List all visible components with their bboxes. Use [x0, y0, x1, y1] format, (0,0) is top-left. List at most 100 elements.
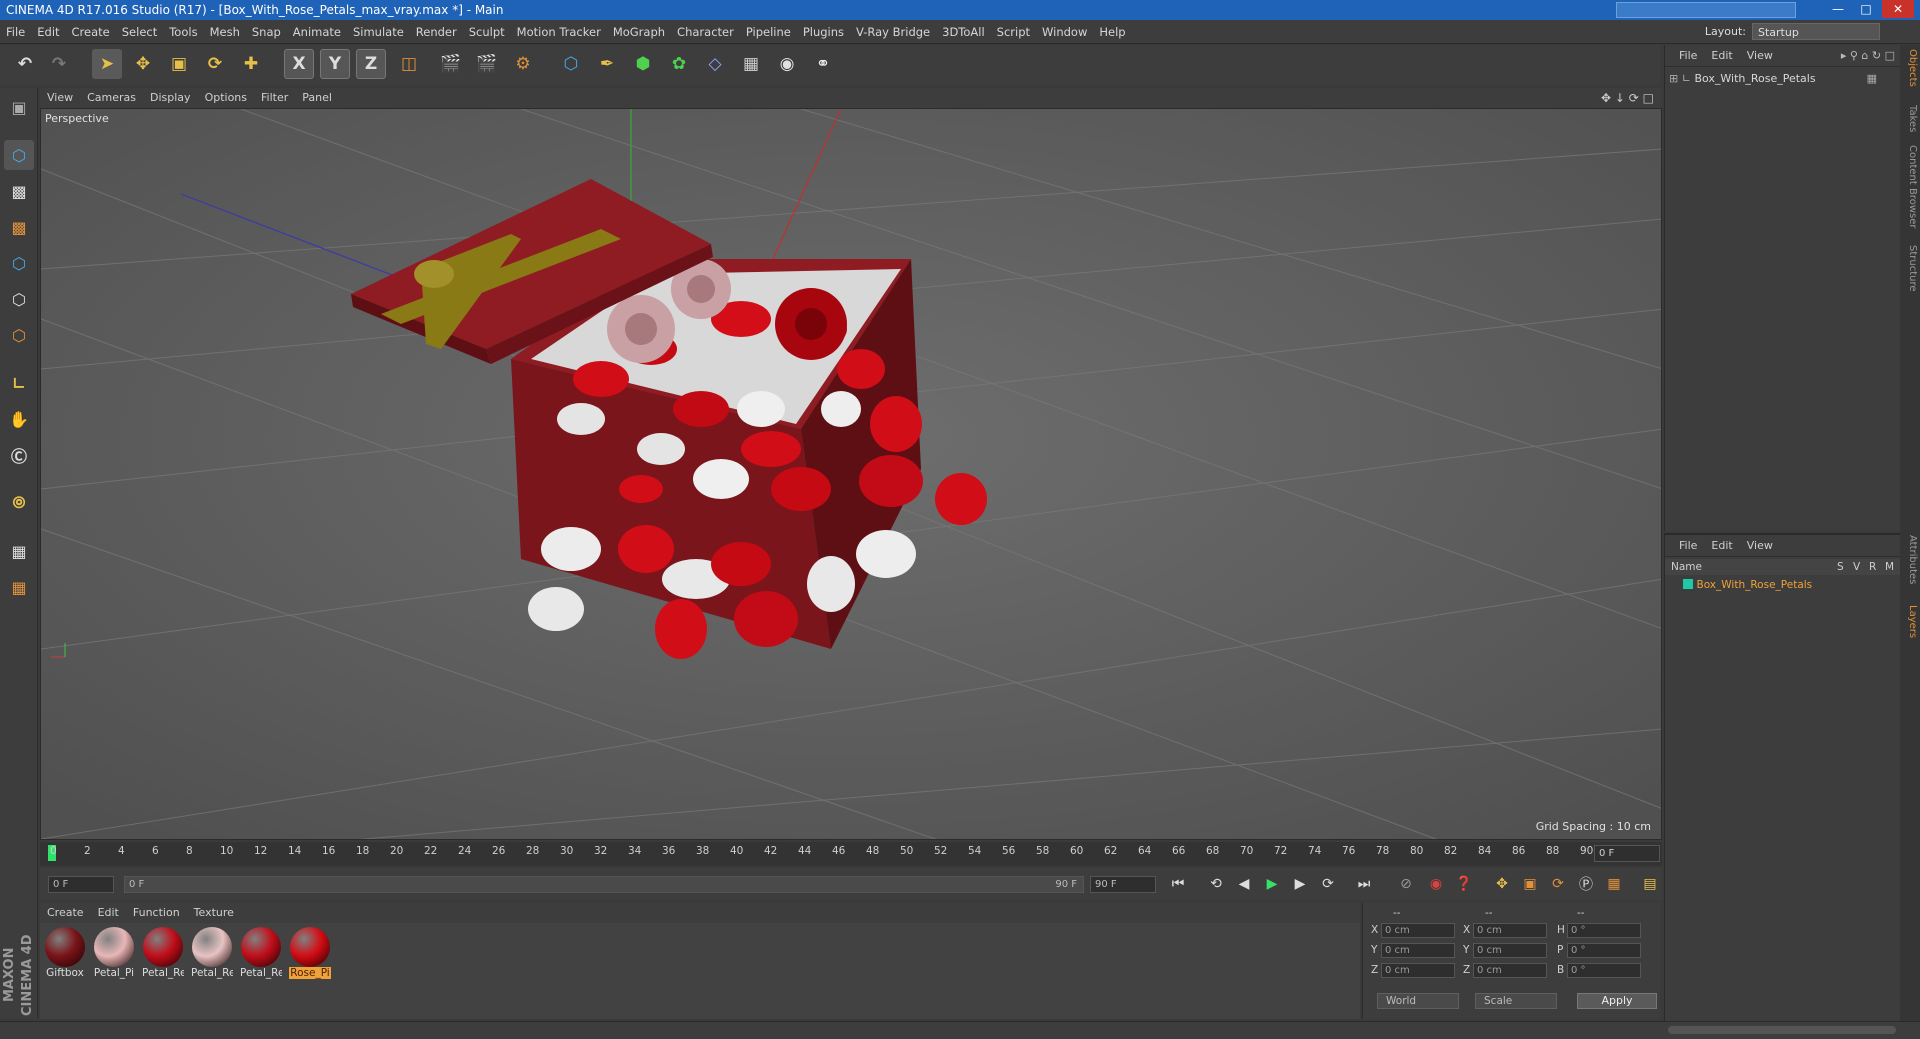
tab-structure[interactable]: Structure: [1902, 245, 1918, 292]
next-frame-icon[interactable]: ▶: [1288, 872, 1312, 896]
menu-motion-tracker[interactable]: Motion Tracker: [511, 20, 607, 44]
edges-mode-icon[interactable]: ⬡: [4, 284, 34, 314]
scale-tool-icon[interactable]: ▣: [164, 49, 194, 79]
menu-character[interactable]: Character: [671, 20, 740, 44]
current-frame-field[interactable]: 0 F: [1594, 845, 1660, 862]
deformer-icon[interactable]: ◇: [700, 49, 730, 79]
menu-create[interactable]: Create: [66, 20, 116, 44]
layer-menu-view[interactable]: View: [1740, 535, 1780, 557]
previous-frame-icon[interactable]: ◀: [1232, 872, 1256, 896]
title-search-box[interactable]: [1616, 2, 1796, 18]
move-tool-icon[interactable]: ✥: [128, 49, 158, 79]
layer-scrollbar[interactable]: [1668, 1026, 1896, 1034]
workplane-lock-icon[interactable]: ▦: [4, 536, 34, 566]
material-swatch[interactable]: Petal_Re: [191, 927, 233, 985]
material-menu-edit[interactable]: Edit: [91, 903, 126, 923]
spline-pen-icon[interactable]: ✒: [592, 49, 622, 79]
menu-3dtoall[interactable]: 3DToAll: [936, 20, 991, 44]
material-swatch[interactable]: Petal_Re: [240, 927, 282, 985]
polygons-mode-icon[interactable]: ⬡: [4, 320, 34, 350]
coordinate-system-icon[interactable]: ◫: [394, 49, 424, 79]
camera-icon[interactable]: ◉: [772, 49, 802, 79]
x-axis-lock-button[interactable]: X: [284, 49, 314, 79]
render-settings-icon[interactable]: ⚙: [508, 49, 538, 79]
size-mode-dropdown[interactable]: Scale: [1475, 993, 1557, 1009]
make-editable-icon[interactable]: ▣: [4, 92, 34, 122]
material-preview-ball[interactable]: [143, 927, 183, 967]
coord-value-field[interactable]: 0 °: [1567, 943, 1641, 958]
axis-mode-icon[interactable]: ∟: [4, 368, 34, 398]
menu-vray-bridge[interactable]: V-Ray Bridge: [850, 20, 936, 44]
viewport-menu-cameras[interactable]: Cameras: [80, 88, 143, 108]
nurbs-icon[interactable]: ⬢: [628, 49, 658, 79]
coord-value-field[interactable]: 0 cm: [1381, 963, 1455, 978]
object-name[interactable]: Box_With_Rose_Petals: [1694, 72, 1815, 85]
coord-value-field[interactable]: 0 cm: [1473, 963, 1547, 978]
go-to-start-icon[interactable]: ⏮: [1166, 872, 1190, 896]
material-menu-function[interactable]: Function: [126, 903, 187, 923]
layer-row[interactable]: Box_With_Rose_Petals: [1669, 577, 1897, 593]
light-icon[interactable]: ⚭: [808, 49, 838, 79]
menu-window[interactable]: Window: [1036, 20, 1093, 44]
viewport-navigation-icons[interactable]: ✥ ↓ ⟳ □: [1601, 88, 1654, 108]
viewport-menu-view[interactable]: View: [40, 88, 80, 108]
menu-snap[interactable]: Snap: [246, 20, 287, 44]
array-icon[interactable]: ✿: [664, 49, 694, 79]
layer-name[interactable]: Box_With_Rose_Petals: [1697, 579, 1813, 591]
previous-key-icon[interactable]: ⟲: [1204, 872, 1228, 896]
play-icon[interactable]: ▶: [1260, 872, 1284, 896]
menu-simulate[interactable]: Simulate: [347, 20, 410, 44]
expand-icon[interactable]: ⊞: [1669, 72, 1678, 85]
position-key-icon[interactable]: ✥: [1490, 872, 1514, 896]
scale-key-icon[interactable]: ▣: [1518, 872, 1542, 896]
live-selection-icon[interactable]: ➤: [92, 49, 122, 79]
floor-scene-icon[interactable]: ▦: [736, 49, 766, 79]
layer-menu-edit[interactable]: Edit: [1704, 535, 1739, 557]
layout-select[interactable]: Startup: [1752, 23, 1880, 40]
texture-mode-icon[interactable]: ▩: [4, 176, 34, 206]
tab-content-browser[interactable]: Content Browser: [1902, 145, 1918, 228]
menu-plugins[interactable]: Plugins: [797, 20, 850, 44]
point-level-key-icon[interactable]: ▦: [1602, 872, 1626, 896]
menu-render[interactable]: Render: [410, 20, 463, 44]
coord-value-field[interactable]: 0 °: [1567, 963, 1641, 978]
menu-file[interactable]: File: [0, 20, 31, 44]
coord-value-field[interactable]: 0 cm: [1473, 943, 1547, 958]
coord-value-field[interactable]: 0 °: [1567, 923, 1641, 938]
menu-help[interactable]: Help: [1093, 20, 1131, 44]
viewport-menu-filter[interactable]: Filter: [254, 88, 295, 108]
coord-value-field[interactable]: 0 cm: [1473, 923, 1547, 938]
material-preview-ball[interactable]: [94, 927, 134, 967]
end-frame-field[interactable]: 90 F: [1090, 876, 1156, 893]
menu-tools[interactable]: Tools: [163, 20, 203, 44]
snap-icon[interactable]: Ⓒ: [4, 440, 34, 470]
object-manager-tools-icons[interactable]: ▸ ⚲ ⌂ ↻ □: [1841, 45, 1895, 67]
coordinate-mode-dropdown[interactable]: World: [1377, 993, 1459, 1009]
material-preview-ball[interactable]: [290, 927, 330, 967]
menu-sculpt[interactable]: Sculpt: [463, 20, 511, 44]
material-preview-ball[interactable]: [192, 927, 232, 967]
y-axis-lock-button[interactable]: Y: [320, 49, 350, 79]
timeline-ruler[interactable]: 0 2 4 6 8 10 12 14 16 18 20 22 24 26 28 30 32 34 36 38 40 42 4…: [40, 842, 1662, 866]
timeline-window-icon[interactable]: ▤: [1638, 872, 1662, 896]
go-to-end-icon[interactable]: ⏭: [1352, 872, 1376, 896]
viewport-menu-display[interactable]: Display: [143, 88, 198, 108]
minimize-button[interactable]: —: [1824, 0, 1852, 18]
rotate-tool-icon[interactable]: ⟳: [200, 49, 230, 79]
material-menu-texture[interactable]: Texture: [187, 903, 241, 923]
render-picture-viewer-icon[interactable]: 🎬: [472, 49, 502, 79]
tweak-mode-icon[interactable]: ✋: [4, 404, 34, 434]
frame-range-slider[interactable]: 0 F 90 F: [124, 876, 1084, 893]
coord-value-field[interactable]: 0 cm: [1381, 923, 1455, 938]
points-mode-icon[interactable]: ⬡: [4, 248, 34, 278]
start-frame-field[interactable]: 0 F: [48, 876, 114, 893]
menu-pipeline[interactable]: Pipeline: [740, 20, 797, 44]
workplane-icon[interactable]: ▩: [4, 212, 34, 242]
menu-mesh[interactable]: Mesh: [204, 20, 246, 44]
material-preview-ball[interactable]: [45, 927, 85, 967]
material-swatch[interactable]: Petal_Re: [142, 927, 184, 985]
material-swatch[interactable]: Petal_Pi: [93, 927, 135, 985]
menu-edit[interactable]: Edit: [31, 20, 65, 44]
menu-select[interactable]: Select: [116, 20, 163, 44]
menu-animate[interactable]: Animate: [287, 20, 347, 44]
